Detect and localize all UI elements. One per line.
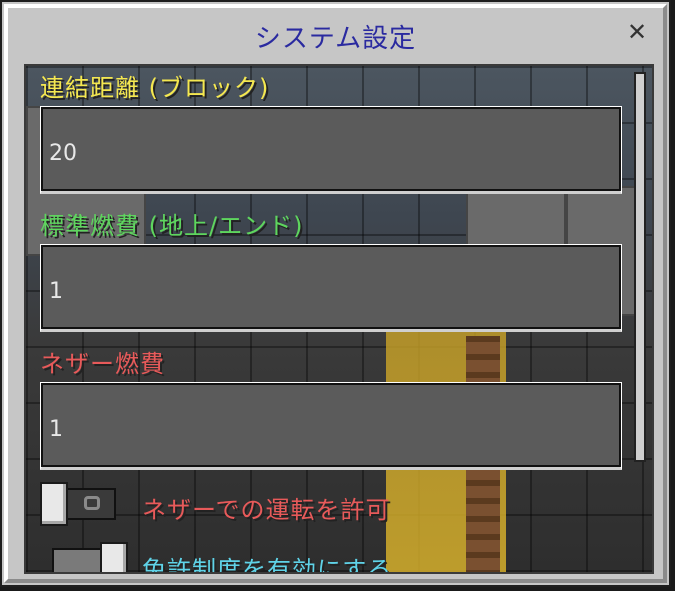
license-system-toggle[interactable] xyxy=(52,542,128,572)
toggle-knob xyxy=(40,482,68,526)
allow-nether-toggle[interactable] xyxy=(40,482,116,526)
allow-nether-label: ネザーでの運転を許可 xyxy=(142,496,391,524)
dialog-title: システム設定 xyxy=(254,24,417,54)
scrollbar[interactable] xyxy=(634,72,646,462)
link-distance-field[interactable]: 20 xyxy=(40,106,622,194)
nether-fuel-label: ネザー燃費 xyxy=(40,350,165,378)
license-system-label: 免許制度を有効にする xyxy=(142,556,393,574)
system-settings-dialog: システム設定 ✕ 連結距離 (ブロック) 20 標準燃費 (地上/エンド) 1 … xyxy=(0,0,671,587)
close-icon[interactable]: ✕ xyxy=(625,20,649,44)
nether-fuel-field[interactable]: 1 xyxy=(40,382,622,470)
toggle-off-icon xyxy=(84,496,100,510)
link-distance-label: 連結距離 (ブロック) xyxy=(40,74,270,102)
standard-fuel-field[interactable]: 1 xyxy=(40,244,622,332)
settings-scroll-panel[interactable]: 連結距離 (ブロック) 20 標準燃費 (地上/エンド) 1 ネザー燃費 1 ネ… xyxy=(24,64,654,574)
standard-fuel-label: 標準燃費 (地上/エンド) xyxy=(40,212,304,240)
toggle-knob xyxy=(100,542,128,572)
